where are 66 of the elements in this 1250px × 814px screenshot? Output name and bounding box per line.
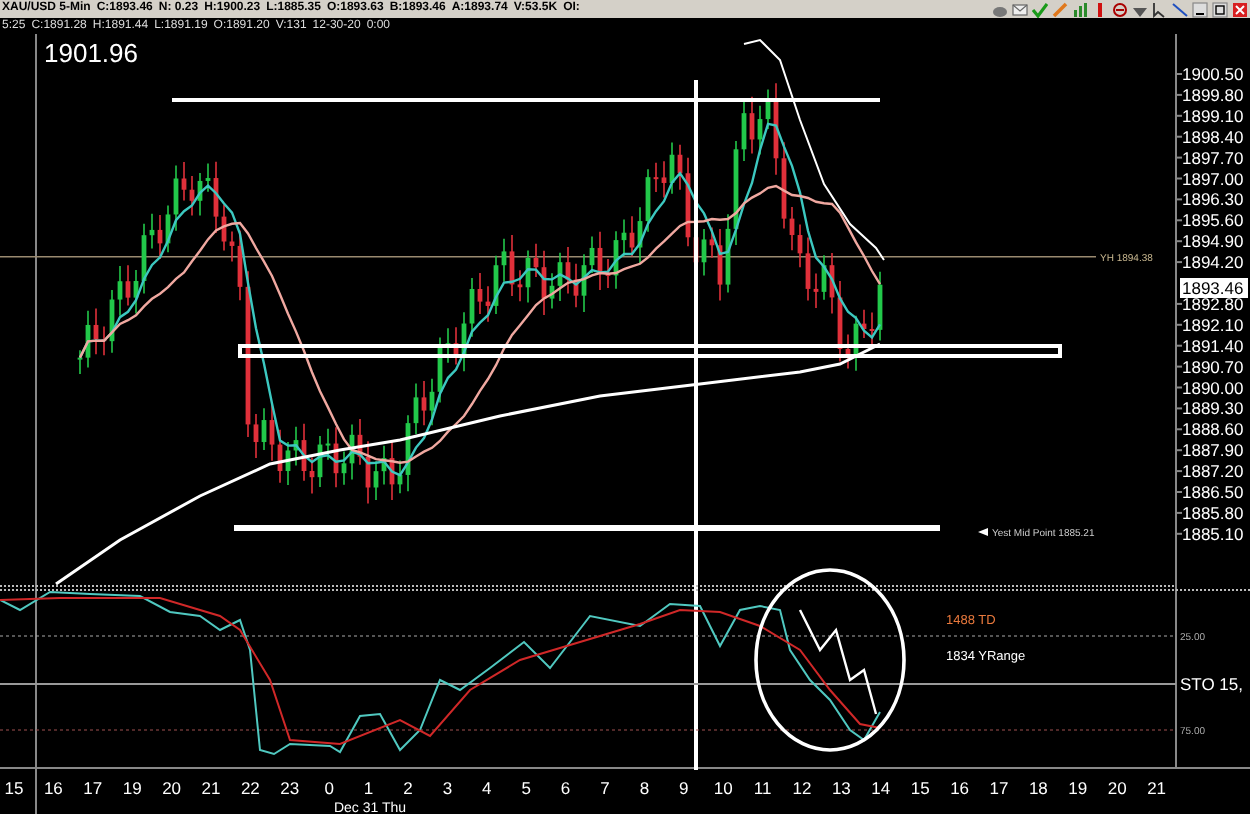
price-label: 1895.60: [1182, 210, 1244, 231]
time-label: 3: [442, 778, 453, 798]
price-label: 1892.10: [1182, 314, 1244, 335]
time-label: 20: [1107, 778, 1127, 798]
time-label: 16: [950, 778, 970, 798]
restore-icon[interactable]: [1212, 1, 1228, 17]
price-label: 1899.10: [1182, 105, 1244, 126]
time-label: 20: [162, 778, 182, 798]
price-label: 1888.60: [1182, 419, 1244, 440]
time-label: 7: [600, 778, 610, 798]
time-label: 19: [122, 778, 142, 798]
time-label: 12: [792, 778, 812, 798]
bar-chart-icon[interactable]: [1072, 1, 1088, 17]
price-heading: 1901.96: [44, 38, 138, 68]
time-label: 23: [280, 778, 300, 798]
price-label: 1892.80: [1182, 293, 1244, 314]
time-label: 21: [201, 778, 221, 798]
time-label: 6: [560, 778, 571, 798]
price-label: 1891.40: [1182, 335, 1244, 356]
time-label: 4: [482, 778, 492, 798]
time-label: 8: [639, 778, 650, 798]
time-label: 15: [4, 778, 24, 798]
price-label: 1898.40: [1182, 126, 1244, 147]
price-label: 1890.70: [1182, 356, 1244, 377]
price-label: 1887.20: [1182, 461, 1244, 482]
time-label: 11: [753, 778, 772, 798]
time-label: 0: [324, 778, 334, 798]
cloud-icon[interactable]: [992, 1, 1008, 17]
price-label: 1885.80: [1182, 502, 1244, 523]
price-label: 1890.00: [1182, 377, 1244, 398]
current-price-label: 1893.46: [1180, 278, 1248, 298]
price-label: 1886.50: [1182, 482, 1244, 502]
drawn-line: [798, 609, 878, 715]
time-label: 9: [679, 778, 689, 798]
price-label: 1897.00: [1182, 168, 1244, 189]
time-label: 13: [831, 778, 851, 798]
price-label: 1894.90: [1182, 231, 1244, 252]
time-label: 10: [713, 778, 733, 798]
time-label: 14: [871, 778, 891, 798]
time-label: 22: [240, 778, 260, 798]
check-icon[interactable]: [1032, 1, 1048, 17]
price-label: 1899.80: [1182, 84, 1244, 105]
time-label: 15: [910, 778, 930, 798]
time-label: 18: [1028, 778, 1048, 798]
envelope-icon[interactable]: [1012, 1, 1028, 17]
line-icon[interactable]: [1172, 1, 1188, 17]
time-label: 1: [363, 778, 374, 798]
close-icon[interactable]: [1232, 1, 1248, 17]
time-label: 19: [1068, 778, 1088, 798]
indicator-name: STO 15,: [1180, 674, 1243, 694]
price-label: 1887.90: [1182, 440, 1244, 461]
circle-icon[interactable]: [1112, 1, 1128, 17]
time-label: 17: [989, 778, 1009, 798]
time-label: 2: [403, 778, 413, 798]
price-label: 1896.30: [1182, 189, 1244, 210]
price-label: 1885.10: [1182, 523, 1244, 544]
time-label: 21: [1147, 778, 1167, 798]
time-label: 16: [43, 778, 63, 798]
price-label: 1897.70: [1182, 147, 1244, 168]
time-label: 5: [521, 778, 531, 798]
price-label: 1894.20: [1182, 252, 1244, 273]
time-label: 17: [83, 778, 103, 798]
arrow-icon: [978, 528, 988, 536]
price-label: 1889.30: [1182, 398, 1244, 419]
minimize-icon[interactable]: [1192, 1, 1208, 17]
price-label: 1900.50: [1182, 64, 1244, 84]
